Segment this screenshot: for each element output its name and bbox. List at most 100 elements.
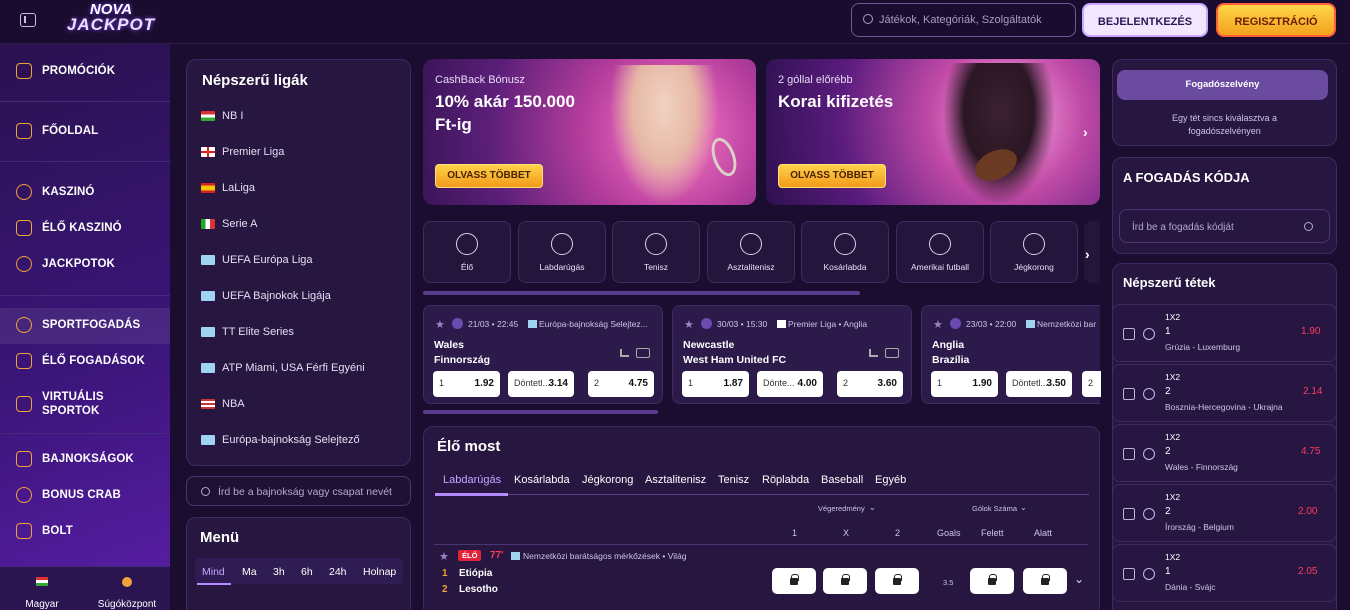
tab-baseball[interactable]: Baseball [821, 474, 863, 486]
league-item[interactable]: Serie A [201, 218, 257, 230]
odd-away[interactable]: 2 [1082, 371, 1101, 397]
star-icon[interactable]: ★ [439, 550, 449, 563]
odd-home[interactable]: 1 1.92 [433, 371, 500, 397]
sidebar-item-shop[interactable]: BOLT [16, 517, 73, 545]
read-more-button[interactable]: OLVASS TÖBBET [435, 164, 543, 188]
live-tracker-icon[interactable] [885, 348, 899, 358]
sidebar-item-home[interactable]: FŐOLDAL [16, 117, 98, 145]
odd-away[interactable]: 2 3.60 [837, 371, 903, 397]
odd-draw[interactable]: Döntetl... 3.14 [508, 371, 574, 397]
match-card[interactable]: ★ 30/03 • 15:30 Premier Liga • Anglia Ne… [672, 305, 912, 404]
bet-checkbox[interactable] [1123, 568, 1135, 580]
login-button[interactable]: BEJELENTKEZÉS [1082, 3, 1208, 37]
filter-today[interactable]: Ma [242, 566, 257, 578]
sport-american-football[interactable]: Amerikai futball [896, 221, 984, 283]
league-item[interactable]: NB I [201, 110, 243, 122]
tab-basketball[interactable]: Kosárlabda [514, 474, 570, 486]
filter-3h[interactable]: 3h [273, 566, 285, 578]
sports-scrollbar[interactable] [423, 291, 860, 295]
match-card[interactable]: ★ 21/03 • 22:45 Európa-bajnokság Selejte… [423, 305, 663, 404]
bet-checkbox[interactable] [1123, 508, 1135, 520]
league-item[interactable]: NBA [201, 398, 245, 410]
home-team: Wales [434, 339, 464, 351]
matches-scrollbar[interactable] [423, 410, 658, 414]
sidebar-item-bonus-crab[interactable]: BONUS CRAB [16, 481, 121, 509]
sport-ice-hockey[interactable]: Jégkorong [990, 221, 1078, 283]
sidebar-item-sports[interactable]: SPORTFOGADÁS [16, 311, 140, 339]
sidebar-item-casino[interactable]: KASZINÓ [16, 178, 94, 206]
filter-tomorrow[interactable]: Holnap [363, 566, 396, 578]
popular-bet-item[interactable]: 1X2 1 Dánia - Svájc 2.05 [1112, 544, 1337, 602]
sidebar-item-live-bets[interactable]: ÉLŐ FOGADÁSOK [16, 347, 145, 375]
cashback-banner[interactable]: CashBack Bónusz 10% akár 150.000 Ft-ig O… [423, 59, 756, 205]
tab-table-tennis[interactable]: Asztalitenisz [645, 474, 706, 486]
sport-tennis[interactable]: Tenisz [612, 221, 700, 283]
filter-all[interactable]: Mind [202, 566, 225, 578]
sidebar-item-tournaments[interactable]: BAJNOKSÁGOK [16, 445, 134, 473]
language-selector[interactable]: Magyar [20, 577, 64, 610]
bet-checkbox[interactable] [1123, 448, 1135, 460]
odd-home[interactable]: 1 1.87 [682, 371, 749, 397]
sidebar-item-virtual-sports[interactable]: VIRTUÁLIS SPORTOK [16, 384, 104, 424]
sidebar-toggle-icon[interactable] [20, 13, 36, 27]
tab-other[interactable]: Egyéb [875, 474, 906, 486]
market-group-goals[interactable]: Gólok Száma [972, 504, 1017, 513]
odd-away[interactable]: 2 4.75 [588, 371, 654, 397]
betslip-tab[interactable]: Fogadószelvény [1117, 70, 1328, 100]
chevron-down-icon[interactable]: ⌄ [869, 503, 876, 512]
search-input[interactable]: Játékok, Kategóriák, Szolgáltatók [879, 14, 1042, 26]
stats-icon[interactable] [620, 349, 629, 357]
sidebar-item-live-casino[interactable]: ÉLŐ KASZINÓ [16, 214, 122, 242]
bet-checkbox[interactable] [1123, 388, 1135, 400]
sport-football[interactable]: Labdarúgás [518, 221, 606, 283]
star-icon[interactable]: ★ [933, 318, 943, 331]
popular-bet-item[interactable]: 1X2 2 Bosznia-Hercegovina - Ukrajna 2.14 [1112, 364, 1337, 422]
tab-tennis[interactable]: Tenisz [718, 474, 749, 486]
league-search-input[interactable]: Írd be a bajnokság vagy csapat nevét [218, 486, 392, 498]
odd-draw[interactable]: Döntetl... 3.50 [1006, 371, 1072, 397]
filter-24h[interactable]: 24h [329, 566, 347, 578]
chevron-down-icon[interactable]: ⌄ [1074, 572, 1084, 586]
register-button[interactable]: REGISZTRÁCIÓ [1216, 3, 1336, 37]
popular-bet-item[interactable]: 1X2 2 Wales - Finnország 4.75 [1112, 424, 1337, 482]
league-item[interactable]: UEFA Európa Liga [201, 254, 313, 266]
filter-6h[interactable]: 6h [301, 566, 313, 578]
bet-checkbox[interactable] [1123, 328, 1135, 340]
world-flag-icon [201, 255, 215, 265]
star-icon[interactable]: ★ [435, 318, 445, 331]
league-item[interactable]: Premier Liga [201, 146, 284, 158]
search-bar[interactable]: Játékok, Kategóriák, Szolgáltatók [851, 3, 1076, 37]
chevron-right-icon[interactable]: › [1085, 246, 1090, 262]
help-center-link[interactable]: Súgóközpont [88, 577, 166, 610]
sidebar-item-promotions[interactable]: PROMÓCIÓK [16, 57, 115, 85]
search-icon[interactable] [1304, 222, 1313, 231]
sport-basketball[interactable]: Kosárlabda [801, 221, 889, 283]
sport-live[interactable]: Élő [423, 221, 511, 283]
league-search[interactable]: Írd be a bajnokság vagy csapat nevét [186, 476, 411, 506]
tab-volleyball[interactable]: Röplabda [762, 474, 809, 486]
league-item[interactable]: UEFA Bajnokok Ligája [201, 290, 331, 302]
star-icon[interactable]: ★ [684, 318, 694, 331]
tab-ice-hockey[interactable]: Jégkorong [582, 474, 633, 486]
live-tracker-icon[interactable] [636, 348, 650, 358]
chevron-down-icon[interactable]: ⌄ [1020, 503, 1027, 512]
early-payout-banner[interactable]: 2 góllal előrébb Korai kifizetés OLVASS … [766, 59, 1100, 205]
league-item[interactable]: LaLiga [201, 182, 255, 194]
sidebar-item-jackpots[interactable]: JACKPOTOK [16, 250, 115, 278]
stats-icon[interactable] [869, 349, 878, 357]
read-more-button[interactable]: OLVASS TÖBBET [778, 164, 886, 188]
popular-bet-item[interactable]: 1X2 1 Grúzia - Luxemburg 1.90 [1112, 304, 1337, 362]
bet-code-input[interactable]: Írd be a fogadás kódját [1119, 209, 1330, 243]
odd-draw[interactable]: Dönte... 4.00 [757, 371, 823, 397]
sport-table-tennis[interactable]: Asztalitenisz [707, 221, 795, 283]
chevron-right-icon[interactable]: › [1083, 124, 1088, 140]
odd-home[interactable]: 1 1.90 [931, 371, 998, 397]
league-item[interactable]: TT Elite Series [201, 326, 294, 338]
league-item[interactable]: ATP Miami, USA Férfi Egyéni [201, 362, 365, 374]
logo[interactable]: NOVA JACKPOT [60, 2, 162, 38]
popular-bet-item[interactable]: 1X2 2 Írország - Belgium 2.00 [1112, 484, 1337, 542]
market-group-result[interactable]: Végeredmény [818, 504, 865, 513]
tab-football[interactable]: Labdarúgás [443, 474, 501, 486]
league-item[interactable]: Európa-bajnokság Selejtező [201, 434, 360, 446]
match-card[interactable]: ★ 23/03 • 22:00 Nemzetközi bar Anglia Br… [921, 305, 1101, 404]
